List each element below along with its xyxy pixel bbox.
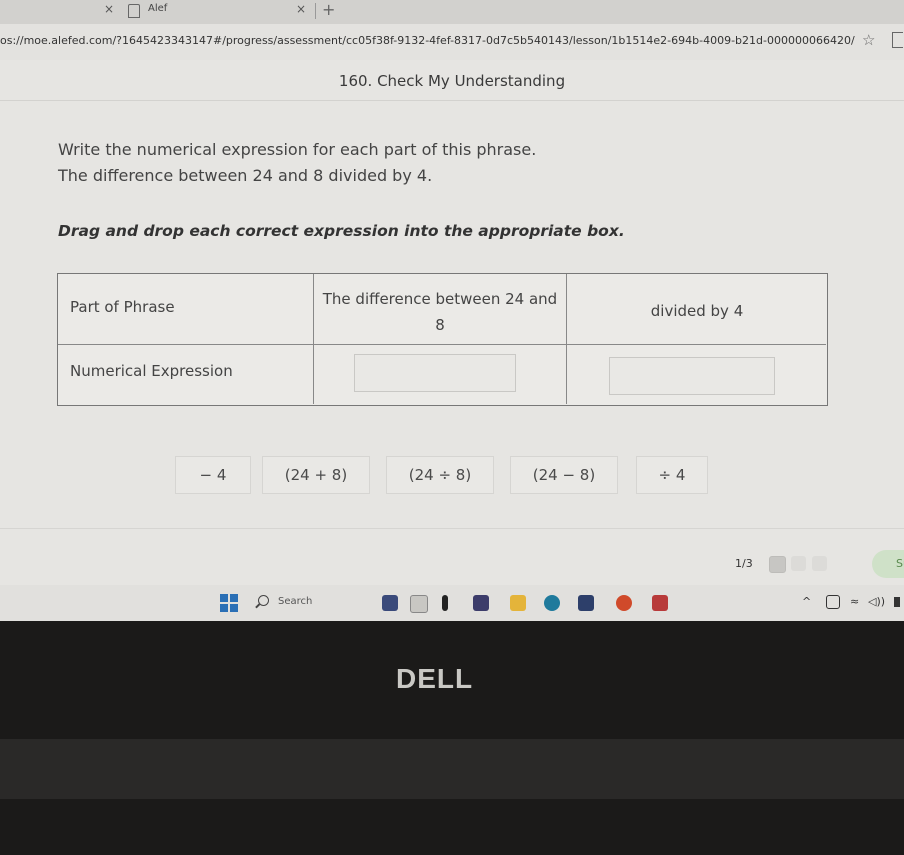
header-divider bbox=[0, 100, 904, 101]
laptop-bezel: DELL bbox=[0, 621, 904, 855]
security-app-icon[interactable] bbox=[652, 595, 668, 611]
page-title: 160. Check My Understanding bbox=[338, 72, 566, 90]
tab-separator bbox=[315, 3, 316, 19]
wifi-icon[interactable]: ≈ bbox=[850, 595, 859, 608]
search-icon bbox=[258, 595, 269, 606]
row-label-part-of-phrase: Part of Phrase bbox=[70, 298, 175, 316]
chevron-up-icon[interactable]: ^ bbox=[802, 595, 811, 608]
tab-bar: × Alef × + bbox=[0, 0, 904, 24]
table-divider bbox=[566, 274, 567, 404]
phrase-part-difference-line1: The difference between 24 and bbox=[322, 290, 558, 308]
store-icon[interactable] bbox=[578, 595, 594, 611]
instruction-text: Drag and drop each correct expression in… bbox=[58, 222, 625, 240]
taskbar: Search ^ ≈ ◁)) bbox=[0, 585, 904, 621]
footer-divider bbox=[0, 528, 904, 529]
network-icon[interactable] bbox=[826, 595, 840, 609]
favorite-star-icon[interactable]: ☆ bbox=[862, 31, 875, 49]
volume-icon[interactable]: ◁)) bbox=[868, 595, 885, 608]
address-bar[interactable]: os://moe.alefed.com/?1645423343147#/prog… bbox=[0, 24, 904, 61]
draggable-option-minus-4[interactable]: − 4 bbox=[175, 456, 251, 494]
draggable-option-24-minus-8[interactable]: (24 − 8) bbox=[510, 456, 618, 494]
table-divider bbox=[58, 344, 826, 345]
widgets-icon[interactable] bbox=[382, 595, 398, 611]
close-tab-icon[interactable]: × bbox=[104, 2, 114, 16]
app-icon[interactable] bbox=[410, 595, 428, 613]
page-icon bbox=[128, 4, 140, 18]
url-text[interactable]: os://moe.alefed.com/?1645423343147#/prog… bbox=[0, 34, 855, 47]
question-pager: 1/3 bbox=[735, 557, 753, 570]
row-label-numerical-expression: Numerical Expression bbox=[70, 362, 233, 380]
phrase-part-divided: divided by 4 bbox=[650, 302, 744, 320]
search-label: Search bbox=[278, 596, 313, 607]
windows-start-icon[interactable] bbox=[220, 594, 238, 612]
draggable-option-24-plus-8[interactable]: (24 + 8) bbox=[262, 456, 370, 494]
drop-box-divided[interactable] bbox=[609, 357, 775, 395]
taskbar-search[interactable]: Search bbox=[250, 591, 370, 615]
phrase-part-difference-line2: 8 bbox=[435, 316, 445, 334]
draggable-option-div-4[interactable]: ÷ 4 bbox=[636, 456, 708, 494]
new-tab-button[interactable]: + bbox=[322, 0, 335, 19]
question-indicator-2[interactable] bbox=[791, 556, 806, 571]
question-text: Write the numerical expression for each … bbox=[58, 140, 537, 159]
laptop-hinge bbox=[0, 739, 904, 799]
phrase-part-difference: The difference between 24 and 8 bbox=[314, 286, 566, 338]
submit-button[interactable]: Submit bbox=[872, 550, 904, 578]
answer-table: Part of Phrase The difference between 24… bbox=[57, 273, 828, 406]
edge-browser-icon[interactable] bbox=[544, 595, 560, 611]
battery-icon[interactable] bbox=[894, 597, 900, 607]
task-view-icon[interactable] bbox=[442, 595, 448, 611]
drop-box-difference[interactable] bbox=[354, 354, 516, 392]
phrase-text: The difference between 24 and 8 divided … bbox=[58, 166, 433, 185]
question-indicator-1[interactable] bbox=[769, 556, 786, 573]
dell-logo: DELL bbox=[396, 663, 474, 694]
chrome-browser-icon[interactable] bbox=[616, 595, 632, 611]
close-tab-icon[interactable]: × bbox=[296, 2, 306, 16]
question-indicator-3[interactable] bbox=[812, 556, 827, 571]
chat-icon[interactable] bbox=[473, 595, 489, 611]
tab-title[interactable]: Alef bbox=[148, 3, 167, 14]
collections-icon[interactable] bbox=[892, 32, 903, 48]
assessment-page: 160. Check My Understanding Write the nu… bbox=[0, 60, 904, 585]
file-explorer-icon[interactable] bbox=[510, 595, 526, 611]
draggable-option-24-div-8[interactable]: (24 ÷ 8) bbox=[386, 456, 494, 494]
